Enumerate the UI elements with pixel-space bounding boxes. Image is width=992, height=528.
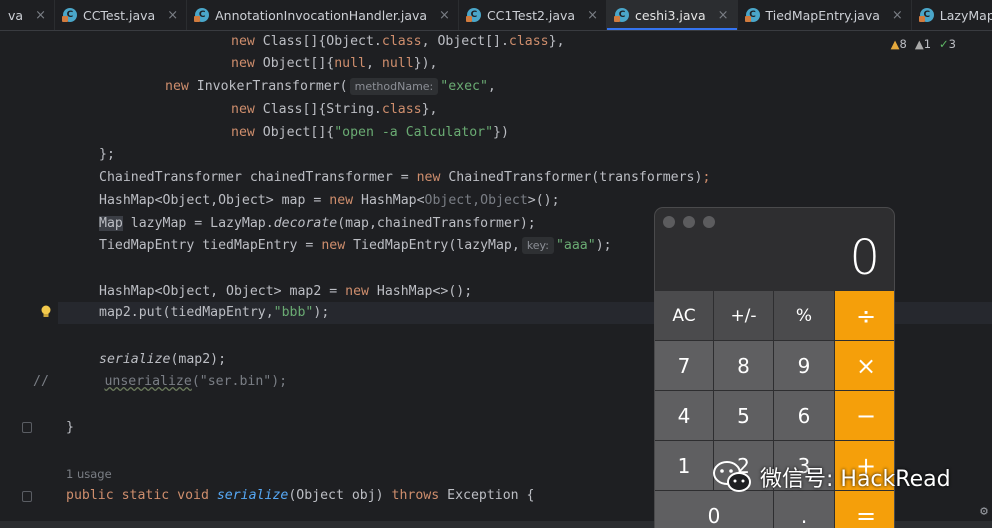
close-tab-icon[interactable]: × [587, 8, 598, 23]
check-icon: ✓ [939, 37, 949, 51]
code-line[interactable]: new InvokerTransformer(methodName: "exec"… [165, 76, 496, 98]
code-line[interactable]: ChainedTransformer chainedTransformer = … [99, 167, 710, 189]
wechat-icon [713, 461, 751, 492]
calc-key[interactable]: AC [655, 291, 713, 340]
minimize-window-button[interactable] [683, 216, 695, 228]
calc-key[interactable]: % [774, 291, 834, 340]
close-tab-icon[interactable]: × [439, 8, 450, 23]
editor-tab-bar: va × C CCTest.java × C AnnotationInvocationHan… [0, 0, 992, 31]
close-tab-icon[interactable]: × [167, 8, 178, 23]
calc-key[interactable]: − [835, 391, 894, 440]
lightbulb-icon[interactable] [40, 305, 52, 319]
warning-icon: ▲ [890, 37, 900, 51]
fold-marker[interactable] [22, 491, 32, 502]
tab-cctest-java[interactable]: C CCTest.java × [55, 0, 188, 30]
gutter [0, 31, 58, 521]
close-tab-icon[interactable]: × [892, 8, 903, 23]
parameter-hint: key: [521, 237, 554, 254]
tab-label: va [8, 7, 24, 23]
calc-key[interactable]: 1 [655, 441, 713, 490]
calc-key[interactable]: 6 [774, 391, 834, 440]
calculator-display: 0 [849, 230, 880, 286]
java-class-icon: C [918, 8, 934, 22]
code-line[interactable]: new Object[]{null, null}), [231, 53, 437, 75]
close-tab-icon[interactable]: × [35, 8, 46, 23]
weak-warning-icon: ▲ [914, 37, 924, 51]
tab-label: AnnotationInvocationHandler.java [215, 7, 428, 23]
tab-label: TiedMapEntry.java [765, 7, 880, 23]
calc-key[interactable]: ÷ [835, 291, 894, 340]
code-line[interactable]: map2.put(tiedMapEntry,"bbb"); [99, 302, 329, 324]
tab-ceshi3-java[interactable]: Cceshi3.java × [607, 0, 738, 30]
java-class-icon: C [465, 8, 481, 22]
tab-label: CC1Test2.java [486, 7, 576, 23]
code-line[interactable]: new Class[]{String.class}, [231, 99, 437, 121]
java-class-icon: C [614, 8, 630, 22]
close-tab-icon[interactable]: × [718, 8, 729, 23]
zoom-window-button[interactable] [703, 216, 715, 228]
tab-label: CCTest.java [82, 7, 156, 23]
calc-key[interactable]: 4 [655, 391, 713, 440]
weak-warnings-indicator[interactable]: ▲1 [915, 37, 931, 51]
code-line[interactable]: HashMap<Object, Object> map2 = new HashM… [99, 281, 472, 303]
code-line[interactable]: serialize(map2); [99, 349, 226, 371]
code-line[interactable]: } [66, 417, 74, 439]
fold-marker[interactable] [22, 422, 32, 433]
calc-key[interactable]: +/- [714, 291, 773, 340]
code-line[interactable]: TiedMapEntry tiedMapEntry = new TiedMapE… [99, 235, 612, 257]
tab-tiedmapentry-java[interactable]: C TiedMapEntry.java × [738, 0, 912, 30]
java-class-icon: C [194, 8, 210, 22]
code-line[interactable]: Map lazyMap = LazyMap.decorate(map,chain… [99, 213, 536, 235]
java-class-icon: C [744, 8, 760, 22]
calc-key[interactable]: 5 [714, 391, 773, 440]
tab-va[interactable]: va × [0, 0, 55, 30]
tab-label: LazyMap.java [939, 7, 992, 23]
tab-lazymap-java[interactable]: CLazyMap.java× [912, 0, 992, 30]
calc-key[interactable]: 8 [714, 341, 773, 390]
ok-indicator[interactable]: ✓3 [939, 37, 956, 51]
code-line[interactable]: HashMap<Object,Object> map = new HashMap… [99, 190, 560, 212]
tab-cc1test2-java[interactable]: C CC1Test2.java × [459, 0, 608, 30]
code-line[interactable]: }; [99, 144, 115, 166]
calc-key[interactable]: × [835, 341, 894, 390]
tab-label: ceshi3.java [635, 7, 706, 23]
watermark: 微信号: HackRead [712, 457, 951, 497]
inspection-widget[interactable]: ▲8 ▲1 ✓3 [891, 37, 956, 51]
java-class-icon: C [61, 8, 77, 22]
code-line[interactable]: // unserialize("ser.bin"); [33, 371, 287, 393]
parameter-hint: methodName: [349, 78, 439, 95]
warnings-indicator[interactable]: ▲8 [891, 37, 907, 51]
settings-gear-icon[interactable]: ⚙ [980, 504, 988, 519]
code-line[interactable]: new Object[]{"open -a Calculator"}) [231, 122, 509, 144]
calc-key[interactable]: 7 [655, 341, 713, 390]
usage-hint[interactable]: 1 usage [66, 463, 112, 485]
tab-annotationinvocationhandler-java[interactable]: C AnnotationInvocationHandler.java × [187, 0, 459, 30]
watermark-text: 微信号: HackRead [760, 467, 951, 492]
code-line[interactable]: new Class[]{Object.class, Object[].class… [231, 31, 565, 53]
calc-key[interactable]: 9 [774, 341, 834, 390]
code-line[interactable]: public static void serialize(Object obj)… [66, 485, 534, 507]
close-window-button[interactable] [663, 216, 675, 228]
